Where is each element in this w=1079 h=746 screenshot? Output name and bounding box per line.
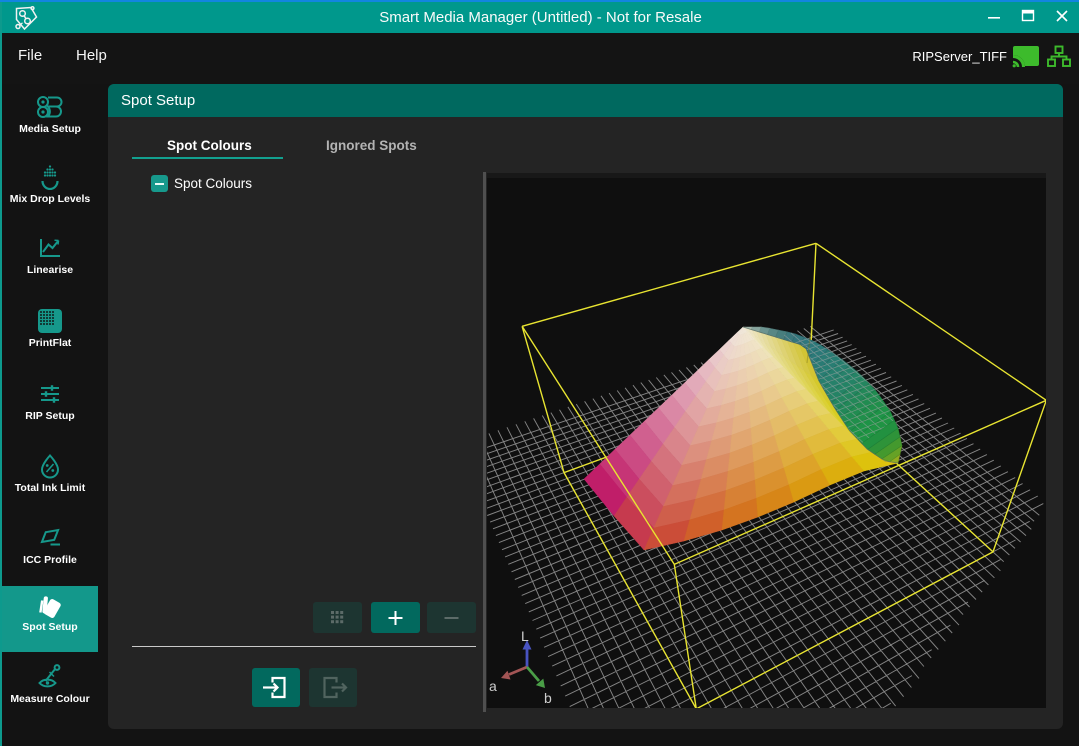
svg-text:L: L [521,628,529,644]
svg-text:b: b [544,690,552,706]
svg-text:a: a [489,678,497,694]
